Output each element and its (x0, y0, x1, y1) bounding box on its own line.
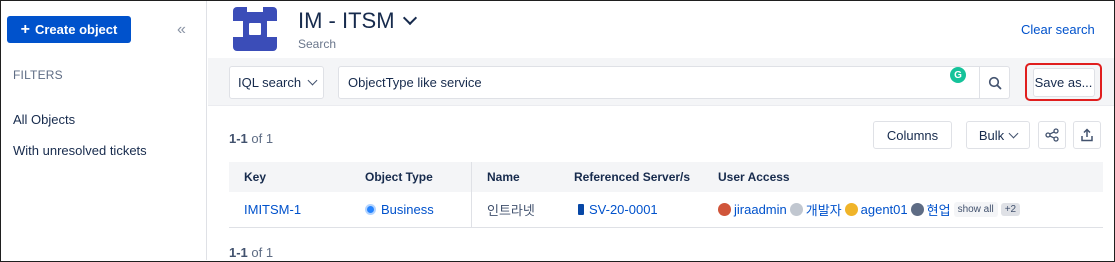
share-button[interactable] (1038, 121, 1066, 149)
more-users-badge: +2 (1000, 203, 1021, 216)
results-total: of 1 (251, 245, 274, 260)
object-name-cell: 인트라넷 (487, 203, 535, 218)
search-mode-select[interactable]: IQL search (229, 66, 324, 99)
bulk-label: Bulk (978, 127, 1005, 143)
page-subtitle: Search (298, 37, 337, 51)
object-type-link[interactable]: Business (381, 202, 434, 217)
schema-logo-icon (233, 7, 277, 51)
results-total: of 1 (251, 131, 274, 146)
user-access-cell: jiraadmin 개발자 agent01 현업 show all +2 (718, 192, 1021, 227)
results-range: 1-1 (229, 245, 248, 260)
share-icon (1045, 128, 1059, 142)
sidebar: + Create object « FILTERS All Objects Wi… (1, 1, 207, 260)
user-link[interactable]: agent01 (861, 202, 908, 217)
column-header-name[interactable]: Name (487, 162, 520, 192)
user-link[interactable]: 현업 (927, 200, 951, 219)
search-button[interactable] (980, 66, 1010, 99)
chevron-down-icon (307, 75, 318, 86)
save-as-button[interactable]: Save as... (1032, 67, 1095, 97)
server-link[interactable]: SV-20-0001 (589, 202, 658, 217)
export-button[interactable] (1073, 121, 1101, 149)
plus-icon: + (20, 20, 30, 38)
iql-search-input[interactable]: ObjectType like service (338, 66, 980, 99)
column-header-user-access[interactable]: User Access (718, 162, 790, 192)
results-count: 1-1 of 1 (229, 131, 273, 146)
create-object-label: Create object (34, 22, 118, 37)
filters-heading: FILTERS (13, 68, 63, 82)
chevron-down-icon (1008, 128, 1019, 138)
avatar (910, 203, 924, 216)
column-header-object-type[interactable]: Object Type (365, 162, 433, 192)
schema-title[interactable]: IM - ITSM (298, 8, 417, 34)
show-all-button[interactable]: show all (953, 202, 998, 217)
server-icon (578, 204, 584, 215)
bulk-button[interactable]: Bulk (966, 121, 1030, 149)
avatar (789, 203, 803, 216)
avatar (844, 203, 858, 216)
object-key-link[interactable]: IMITSM-1 (244, 192, 301, 227)
search-icon (988, 76, 1001, 89)
results-table: Key Object Type Name Referenced Server/s… (229, 162, 1103, 228)
filter-all-objects[interactable]: All Objects (13, 112, 75, 127)
user-link[interactable]: jiraadmin (734, 202, 787, 217)
column-divider (471, 162, 472, 228)
object-type-cell[interactable]: Business (365, 192, 434, 227)
results-count-footer: 1-1 of 1 (229, 245, 273, 260)
columns-button[interactable]: Columns (873, 121, 952, 149)
column-header-referenced-servers[interactable]: Referenced Server/s (574, 162, 690, 192)
user-link[interactable]: 개발자 (806, 200, 842, 219)
columns-label: Columns (886, 127, 939, 143)
collapse-sidebar-icon[interactable]: « (177, 21, 186, 39)
table-row[interactable]: IMITSM-1 Business 인트라넷 SV-20-0001 jiraad… (229, 192, 1103, 228)
server-cell[interactable]: SV-20-0001 (578, 192, 658, 227)
clear-search-link[interactable]: Clear search (1021, 22, 1095, 37)
schema-title-text: IM - ITSM (298, 8, 395, 33)
results-range: 1-1 (229, 131, 248, 146)
export-icon (1081, 128, 1093, 142)
business-type-icon (365, 204, 376, 215)
column-header-key[interactable]: Key (244, 162, 266, 192)
grammarly-icon[interactable]: G (950, 67, 966, 83)
save-as-highlight: Save as... (1025, 63, 1102, 101)
filter-unresolved-tickets[interactable]: With unresolved tickets (13, 143, 147, 158)
table-header: Key Object Type Name Referenced Server/s… (229, 162, 1103, 192)
create-object-button[interactable]: + Create object (7, 16, 131, 43)
chevron-down-icon (402, 10, 417, 26)
search-mode-label: IQL search (238, 75, 302, 90)
avatar (718, 203, 731, 216)
